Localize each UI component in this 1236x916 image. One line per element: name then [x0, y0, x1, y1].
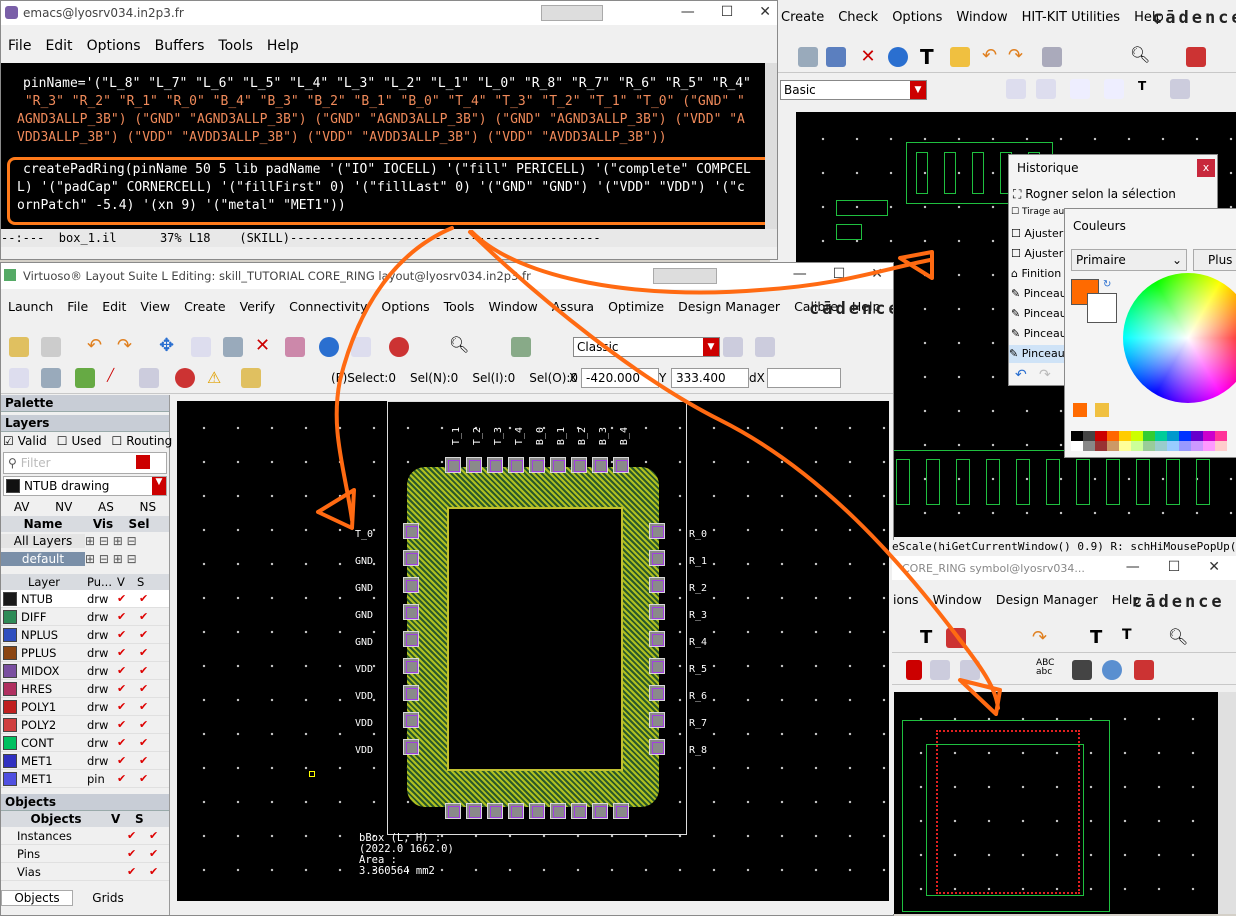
arrow-to-symbol — [468, 230, 1000, 710]
arrow-to-schematic — [470, 230, 932, 295]
annotation-arrows — [316, 226, 1002, 716]
arrow-to-pins — [334, 226, 454, 522]
